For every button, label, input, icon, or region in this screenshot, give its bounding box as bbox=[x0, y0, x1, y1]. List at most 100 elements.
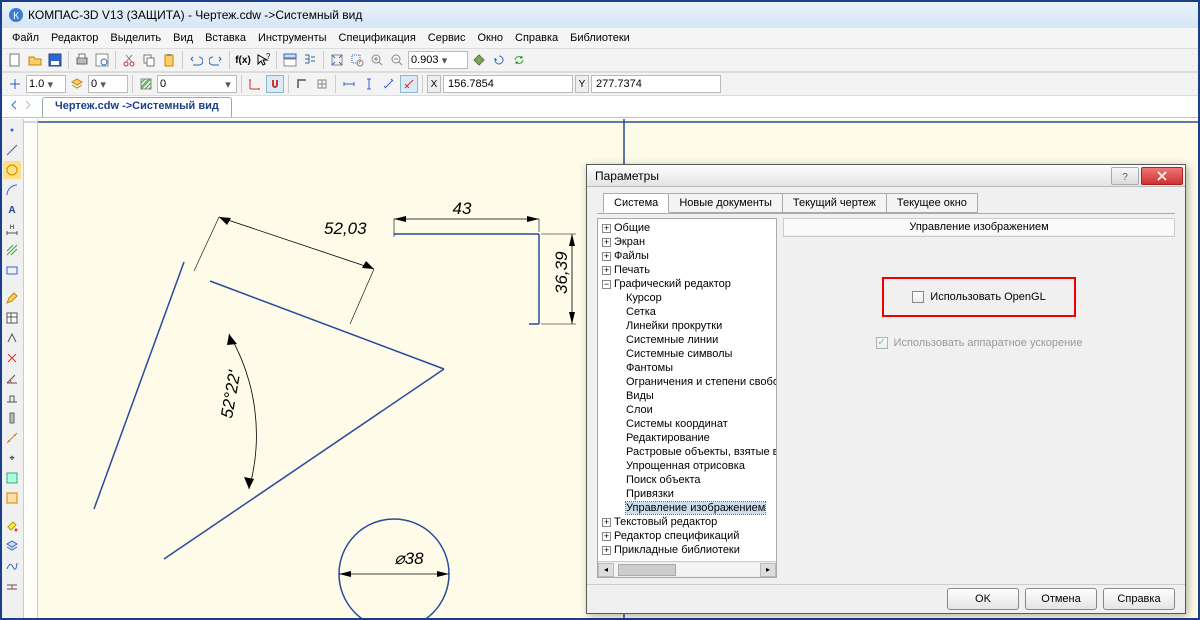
tree-item[interactable]: Поиск объекта bbox=[614, 473, 774, 487]
coord-mode-icon[interactable] bbox=[400, 75, 418, 93]
layer-combo[interactable]: 0▾ bbox=[88, 75, 128, 93]
tab-newdocs[interactable]: Новые документы bbox=[668, 193, 783, 213]
tab-system[interactable]: Система bbox=[603, 193, 669, 213]
layer-icon[interactable] bbox=[68, 75, 86, 93]
options-tree[interactable]: +Общие+Экран+Файлы+Печать−Графический ре… bbox=[597, 218, 777, 578]
vt-arc-icon[interactable] bbox=[3, 181, 21, 199]
zoom-out-icon[interactable] bbox=[388, 51, 406, 69]
anchor-icon[interactable] bbox=[6, 75, 24, 93]
tree-item[interactable]: Привязки bbox=[614, 487, 774, 501]
menu-libs[interactable]: Библиотеки bbox=[566, 31, 634, 45]
tree-item[interactable]: Редактирование bbox=[614, 431, 774, 445]
new-icon[interactable] bbox=[6, 51, 24, 69]
expand-icon[interactable]: + bbox=[602, 224, 611, 233]
save-icon[interactable] bbox=[46, 51, 64, 69]
menu-insert[interactable]: Вставка bbox=[201, 31, 250, 45]
tree-item[interactable]: Линейки прокрутки bbox=[614, 319, 774, 333]
vt-text-icon[interactable]: A bbox=[3, 201, 21, 219]
vt-line-icon[interactable] bbox=[3, 141, 21, 159]
tree-item[interactable]: Ограничения и степени свободы bbox=[614, 375, 774, 389]
checkbox-opengl[interactable] bbox=[912, 291, 924, 303]
zoom-combo[interactable]: 0.903▾ bbox=[408, 51, 468, 69]
vt-rect-icon[interactable] bbox=[3, 261, 21, 279]
menu-editor[interactable]: Редактор bbox=[47, 31, 102, 45]
tree-item[interactable]: +Текстовый редактор bbox=[602, 515, 774, 529]
expand-icon[interactable]: + bbox=[602, 266, 611, 275]
help-cursor-icon[interactable]: ? bbox=[254, 51, 272, 69]
vt-spline-icon[interactable] bbox=[3, 557, 21, 575]
undo-icon[interactable] bbox=[187, 51, 205, 69]
zoom-in-icon[interactable] bbox=[368, 51, 386, 69]
vt-roughness-icon[interactable] bbox=[3, 329, 21, 347]
dialog-help-button[interactable]: ? bbox=[1111, 167, 1139, 185]
vt-table-icon[interactable] bbox=[3, 309, 21, 327]
menu-service[interactable]: Сервис bbox=[424, 31, 470, 45]
tree-item[interactable]: Системные символы bbox=[614, 347, 774, 361]
vt-circle-icon[interactable] bbox=[3, 161, 21, 179]
print-icon[interactable] bbox=[73, 51, 91, 69]
tree-item[interactable]: +Экран bbox=[602, 235, 774, 249]
dim-align-icon[interactable] bbox=[380, 75, 398, 93]
menu-window[interactable]: Окно bbox=[473, 31, 507, 45]
expand-icon[interactable]: + bbox=[602, 518, 611, 527]
rotate-icon[interactable] bbox=[490, 51, 508, 69]
style-combo[interactable]: 1.0▾ bbox=[26, 75, 66, 93]
redo-icon[interactable] bbox=[207, 51, 225, 69]
vt-x-icon[interactable] bbox=[3, 349, 21, 367]
vt-dim-icon[interactable]: H bbox=[3, 221, 21, 239]
vt-offset-icon[interactable] bbox=[3, 577, 21, 595]
menu-view[interactable]: Вид bbox=[169, 31, 197, 45]
tab-curdraw[interactable]: Текущий чертеж bbox=[782, 193, 887, 213]
menu-file[interactable]: Файл bbox=[8, 31, 43, 45]
vt-point-icon[interactable] bbox=[3, 121, 21, 139]
vt-weld-icon[interactable] bbox=[3, 389, 21, 407]
cut-icon[interactable] bbox=[120, 51, 138, 69]
tree-icon[interactable] bbox=[301, 51, 319, 69]
tree-item[interactable]: Системы координат bbox=[614, 417, 774, 431]
tree-item[interactable]: Виды bbox=[614, 389, 774, 403]
coord-y-field[interactable]: 277.7374 bbox=[591, 75, 721, 93]
paste-icon[interactable] bbox=[160, 51, 178, 69]
vt-bolt-icon[interactable] bbox=[3, 409, 21, 427]
vt-block-icon[interactable] bbox=[3, 489, 21, 507]
properties-icon[interactable] bbox=[281, 51, 299, 69]
pan-icon[interactable] bbox=[470, 51, 488, 69]
fx-icon[interactable]: f(x) bbox=[234, 51, 252, 69]
tree-item[interactable]: +Редактор спецификаций bbox=[602, 529, 774, 543]
tree-item[interactable]: Управление изображением bbox=[614, 501, 774, 515]
menu-tools[interactable]: Инструменты bbox=[254, 31, 331, 45]
tab-scroll[interactable] bbox=[8, 99, 34, 111]
expand-icon[interactable]: + bbox=[602, 252, 611, 261]
expand-icon[interactable]: + bbox=[602, 238, 611, 247]
tree-item[interactable]: Сетка bbox=[614, 305, 774, 319]
vt-tol-icon[interactable]: ⌖ bbox=[3, 449, 21, 467]
dim-h-icon[interactable] bbox=[340, 75, 358, 93]
tree-item[interactable]: Системные линии bbox=[614, 333, 774, 347]
tree-item[interactable]: +Файлы bbox=[602, 249, 774, 263]
vt-view-icon[interactable] bbox=[3, 469, 21, 487]
hatch-combo[interactable]: 0▾ bbox=[157, 75, 237, 93]
vt-edit-icon[interactable] bbox=[3, 289, 21, 307]
fit-icon[interactable] bbox=[328, 51, 346, 69]
tree-item[interactable]: −Графический редактор bbox=[602, 277, 774, 291]
cancel-button[interactable]: Отмена bbox=[1025, 588, 1097, 610]
menu-help[interactable]: Справка bbox=[511, 31, 562, 45]
collapse-icon[interactable]: − bbox=[602, 280, 611, 289]
tree-item[interactable]: Курсор bbox=[614, 291, 774, 305]
tree-item[interactable]: Упрощенная отрисовка bbox=[614, 459, 774, 473]
expand-icon[interactable]: + bbox=[602, 546, 611, 555]
copy-icon[interactable] bbox=[140, 51, 158, 69]
tree-item[interactable]: Фантомы bbox=[614, 361, 774, 375]
tree-h-scrollbar[interactable]: ◂▸ bbox=[598, 561, 776, 577]
coord-icon[interactable] bbox=[246, 75, 264, 93]
preview-icon[interactable] bbox=[93, 51, 111, 69]
expand-icon[interactable]: + bbox=[602, 532, 611, 541]
vt-measure-icon[interactable] bbox=[3, 429, 21, 447]
menu-spec[interactable]: Спецификация bbox=[335, 31, 420, 45]
dialog-titlebar[interactable]: Параметры ? bbox=[587, 165, 1185, 187]
tab-curwin[interactable]: Текущее окно bbox=[886, 193, 978, 213]
menu-select[interactable]: Выделить bbox=[106, 31, 165, 45]
open-icon[interactable] bbox=[26, 51, 44, 69]
dim-v-icon[interactable] bbox=[360, 75, 378, 93]
help-button[interactable]: Справка bbox=[1103, 588, 1175, 610]
